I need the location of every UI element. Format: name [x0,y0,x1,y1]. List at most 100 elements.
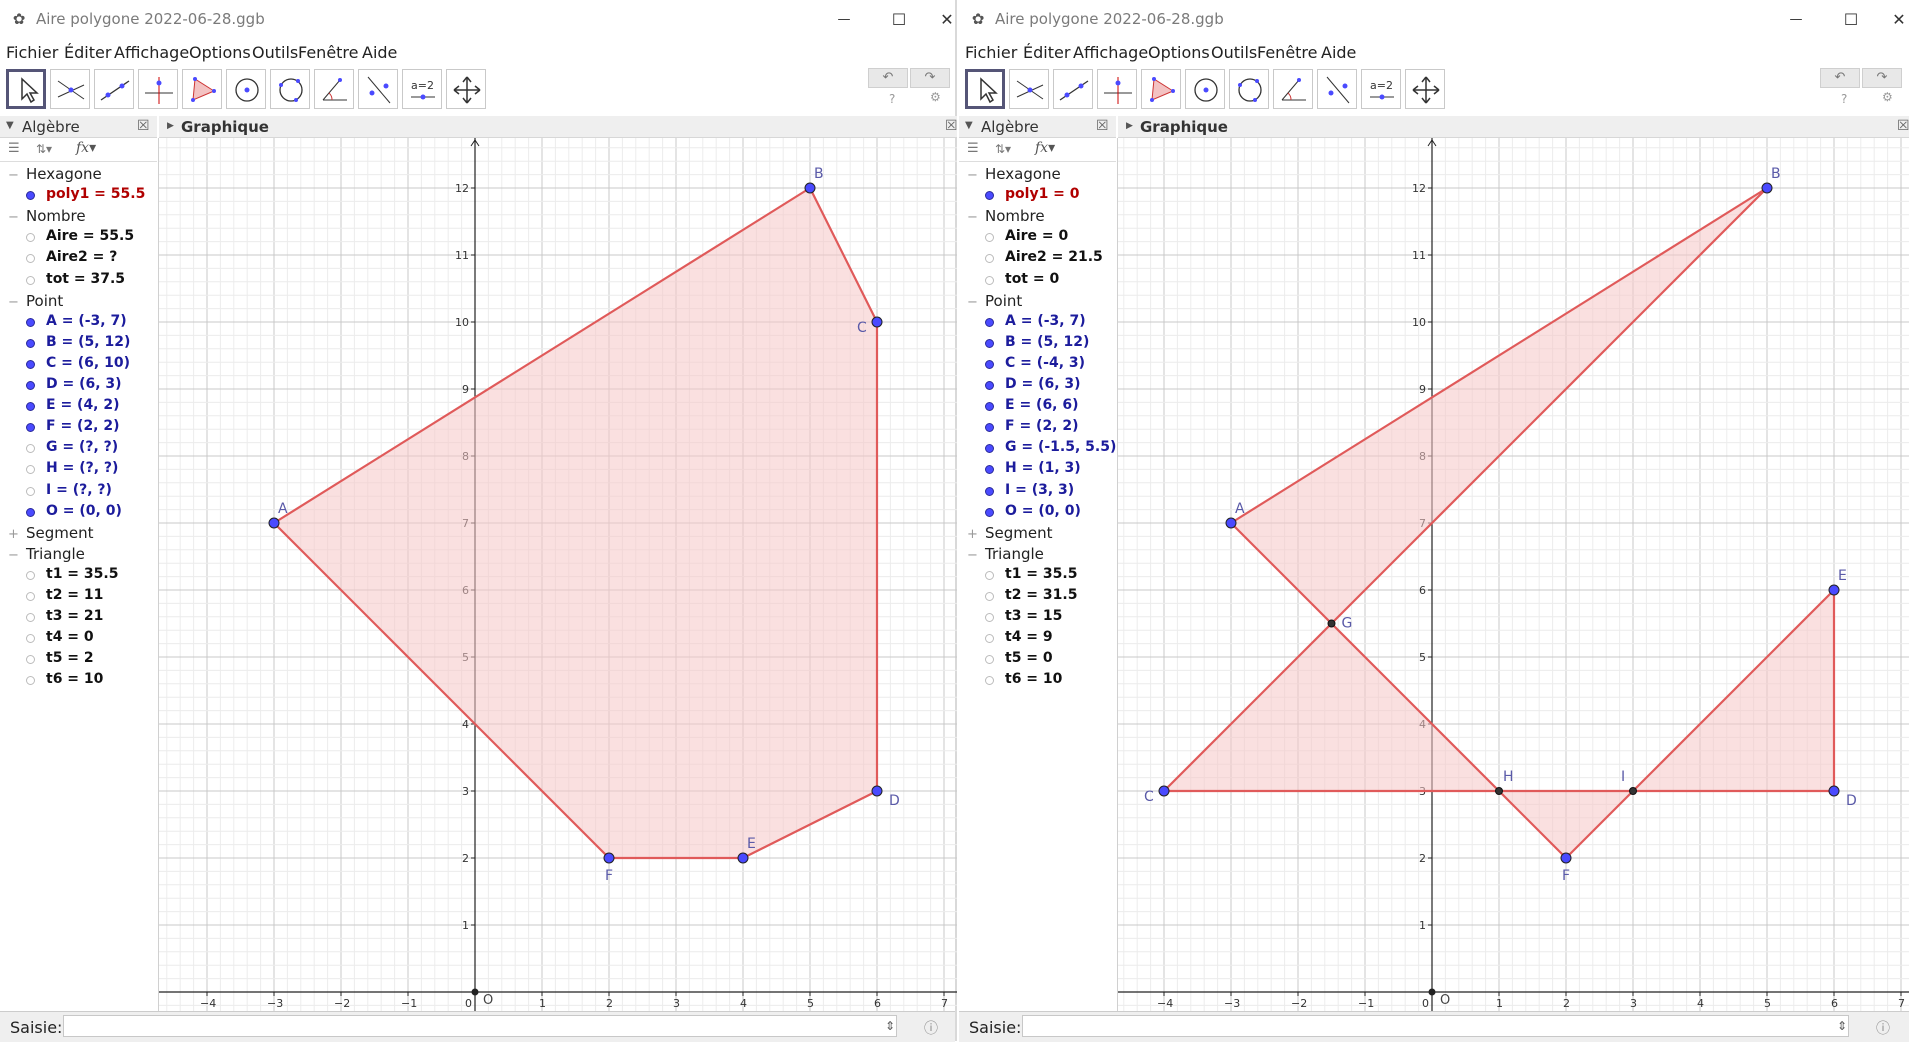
group-toggle-icon[interactable]: − [967,168,979,183]
visibility-toggle[interactable] [985,592,994,601]
algebra-item[interactable]: F = (2, 2) [46,418,120,434]
algebra-item[interactable]: A = (-3, 7) [46,313,127,329]
visibility-toggle[interactable] [26,423,35,433]
algebra-item[interactable]: Aire = 0 [1005,228,1068,244]
visibility-toggle[interactable] [985,507,994,517]
menu-fenetre[interactable]: Fenêtre [298,43,359,62]
graphics-canvas[interactable]: −4−3−2−112345670123456789101112ABCDEFGHI… [1118,138,1909,1011]
close-graphics-icon[interactable]: ☒ [1897,118,1909,134]
visibility-toggle[interactable] [985,613,994,623]
algebra-item[interactable]: E = (6, 6) [1005,397,1079,413]
visibility-toggle[interactable] [26,191,35,201]
algebra-item[interactable]: O = (0, 0) [46,503,122,519]
visibility-toggle[interactable] [985,233,994,243]
dependent-point[interactable] [1327,619,1336,628]
visibility-toggle[interactable] [26,338,35,348]
group-triangle[interactable]: − Triangle [967,545,1044,563]
line-tool[interactable] [94,69,134,109]
group-toggle-icon[interactable]: − [8,210,20,225]
menu-affichage[interactable]: Affichage [114,43,189,62]
algebra-item[interactable]: Aire2 = 21.5 [1005,249,1103,265]
free-point[interactable] [737,852,749,864]
visibility-toggle[interactable] [26,592,35,601]
close-graphics-icon[interactable]: ☒ [945,118,958,134]
algebra-item[interactable]: I = (?, ?) [46,482,112,498]
visibility-toggle[interactable] [985,423,994,433]
undo-button[interactable]: ↶ [868,68,908,88]
algebra-item[interactable]: Aire2 = ? [46,249,117,265]
menu-options[interactable]: Options [1148,43,1210,62]
reflect-tool[interactable] [1317,69,1357,109]
menu-lines-icon[interactable]: ☰ [967,141,979,156]
free-point[interactable] [1828,785,1840,797]
algebra-item[interactable]: t1 = 35.5 [1005,566,1077,582]
slider-tool[interactable]: a=2 [402,69,442,109]
expand-triangle-icon[interactable]: ▶ [1126,121,1133,131]
visibility-toggle[interactable] [26,254,35,264]
visibility-toggle[interactable] [985,338,994,348]
algebra-item[interactable]: tot = 0 [1005,271,1059,287]
circle-tool[interactable] [226,69,266,109]
visibility-toggle[interactable] [985,655,994,665]
settings-gear-icon[interactable]: ⚙ [930,90,941,104]
group-point[interactable]: − Point [8,292,63,310]
minimize-icon[interactable]: — [1774,6,1818,34]
free-point[interactable] [1560,852,1572,864]
algebra-item[interactable]: poly1 = 0 [1005,186,1080,202]
visibility-toggle[interactable] [985,570,994,580]
algebra-item[interactable]: D = (6, 3) [1005,376,1081,392]
group-segment[interactable]: + Segment [8,524,94,542]
menu-fenetre[interactable]: Fenêtre [1257,43,1318,62]
free-point[interactable] [871,316,883,328]
visibility-toggle[interactable] [26,381,35,390]
menu-editer[interactable]: Éditer [1023,43,1070,62]
group-toggle-icon[interactable]: − [967,295,979,310]
origin-point[interactable] [1428,988,1436,996]
move-tool[interactable] [965,69,1005,109]
free-point[interactable] [1761,182,1773,194]
algebra-item[interactable]: t1 = 35.5 [46,566,118,582]
minimize-icon[interactable]: — [822,6,866,34]
input-field[interactable] [1022,1015,1849,1037]
fx-icon[interactable]: fx▾ [1035,140,1055,156]
algebra-item[interactable]: t4 = 0 [46,629,94,645]
visibility-toggle[interactable] [26,275,35,285]
algebra-item[interactable]: t3 = 21 [46,608,103,624]
free-point[interactable] [871,785,883,797]
undo-button[interactable]: ↶ [1820,68,1860,88]
input-help-icon[interactable]: ⓘ [924,1018,938,1038]
sort-icon[interactable]: ⇅▾ [36,142,52,156]
visibility-toggle[interactable] [985,402,994,412]
circle-three-points-tool[interactable] [1229,69,1269,109]
group-toggle-icon[interactable]: − [8,295,20,310]
algebra-item[interactable]: tot = 37.5 [46,271,125,287]
visibility-toggle[interactable] [26,613,35,623]
close-icon[interactable]: ✕ [1877,6,1909,34]
visibility-toggle[interactable] [985,254,994,264]
algebra-item[interactable]: C = (6, 10) [46,355,130,371]
visibility-toggle[interactable] [26,317,35,327]
visibility-toggle[interactable] [985,676,994,686]
settings-gear-icon[interactable]: ⚙ [1882,90,1893,104]
visibility-toggle[interactable] [26,570,35,580]
group-toggle-icon[interactable]: + [8,527,20,542]
algebra-item[interactable]: t6 = 10 [46,671,103,687]
move-view-tool[interactable] [1405,69,1445,109]
visibility-toggle[interactable] [26,233,35,243]
algebra-item[interactable]: I = (3, 3) [1005,482,1074,498]
input-spinner-icon[interactable]: ⇕ [885,1019,895,1033]
polygon-shape[interactable] [1631,588,1836,793]
graphics-view[interactable]: −4−3−2−112345670123456789101112ABCDEFGHI… [1118,138,1909,1011]
visibility-toggle[interactable] [26,359,35,369]
algebra-item[interactable]: t4 = 9 [1005,629,1053,645]
algebra-item[interactable]: G = (?, ?) [46,439,118,455]
visibility-toggle[interactable] [985,444,994,454]
group-toggle-icon[interactable]: − [8,168,20,183]
free-point[interactable] [1225,517,1237,529]
algebra-item[interactable]: C = (-4, 3) [1005,355,1085,371]
visibility-toggle[interactable] [26,507,35,517]
angle-tool[interactable] [314,69,354,109]
polygon-shape[interactable] [272,186,879,860]
fx-icon[interactable]: fx▾ [76,140,96,156]
algebra-item[interactable]: B = (5, 12) [46,334,130,350]
